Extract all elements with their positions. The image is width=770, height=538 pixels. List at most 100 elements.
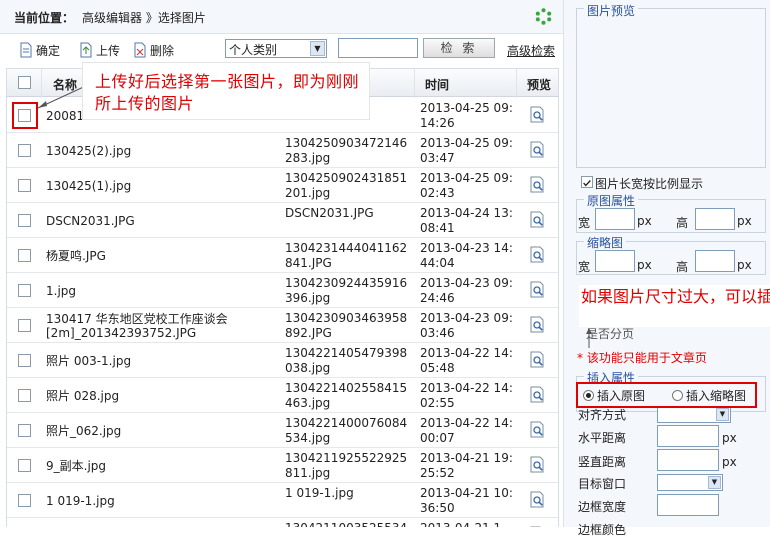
image-list-panel: 当前位置： 高级编辑器 》选择图片 确定 上传 删除 个人类别 ▼ 检 索 高级… [0, 0, 563, 527]
px-unit: px [722, 431, 737, 445]
row-checkbox[interactable] [18, 389, 31, 402]
magnifier-icon[interactable] [529, 386, 546, 403]
table-row[interactable]: DSCN2031.JPG DSCN2031.JPG 2013-04-24 13:08… [7, 203, 558, 238]
table-row[interactable]: 9_副本.jpg 1304211925522925811.jpg 2013-04-2… [7, 448, 558, 483]
border-width-label: 边框宽度 [578, 500, 627, 514]
upload-time: 2013-04-24 13:08:41 [420, 206, 513, 235]
thumbnail-legend: 缩略图 [584, 234, 627, 251]
callout-arrow [586, 328, 592, 348]
delete-button[interactable]: 删除 [132, 41, 174, 59]
magnifier-icon[interactable] [529, 491, 546, 508]
thumbnail-width-input[interactable] [595, 250, 635, 272]
header-time: 时间 [425, 78, 450, 92]
row-checkbox[interactable] [18, 494, 31, 507]
category-selected: 个人类别 [229, 43, 278, 57]
server-file-name: 1304221400076084534.jpg [285, 416, 408, 445]
row-checkbox[interactable] [18, 459, 31, 472]
row-checkbox[interactable] [18, 214, 31, 227]
row-checkbox[interactable] [18, 319, 31, 332]
target-select[interactable]: ▼ [657, 474, 723, 491]
search-input[interactable] [338, 38, 418, 58]
keep-ratio-checkbox[interactable] [581, 176, 593, 188]
row-checkbox[interactable] [18, 424, 31, 437]
preview-legend: 图片预览 [584, 2, 639, 19]
image-name: 照片_062.jpg [46, 424, 122, 438]
original-height-input[interactable] [695, 208, 735, 230]
upload-time: 2013-04-23 09:03:46 [420, 311, 513, 340]
image-name: 照片 028.jpg [46, 389, 120, 403]
keep-ratio-label: 图片长宽按比例显示 [595, 177, 704, 191]
server-file-name: 1304221402558415463.jpg [285, 381, 408, 410]
upload-time: 2013-04-23 14:44:04 [420, 241, 513, 270]
table-row[interactable]: 130425(2).jpg 1304250903472146283.jpg 2013… [7, 133, 558, 168]
insert-thumbnail-radio[interactable] [672, 390, 683, 401]
original-width-input[interactable] [595, 208, 635, 230]
table-row[interactable]: 130425(1).jpg 1304250902431851201.jpg 2013… [7, 168, 558, 203]
magnifier-icon[interactable] [529, 141, 546, 158]
magnifier-icon[interactable] [529, 351, 546, 368]
table-row[interactable]: 130417 华东地区党校工作座谈会[2m]_201342393752.JPG 1… [7, 308, 558, 343]
upload-time: 2013-04-21 19:25:52 [420, 451, 513, 480]
row-checkbox[interactable] [18, 179, 31, 192]
magnifier-icon[interactable] [529, 316, 546, 333]
table-row[interactable]: 杨夏鸣.JPG 1304231444041162841.JPG 2013-04-23… [7, 238, 558, 273]
table-row[interactable]: 1 019-1.jpg 1 019-1.jpg 2013-04-21 10:36:5… [7, 483, 558, 518]
magnifier-icon[interactable] [529, 106, 546, 123]
row-checkbox[interactable] [18, 249, 31, 262]
chevron-down-icon: ▼ [310, 41, 325, 56]
image-name: DSCN2031.JPG [46, 214, 135, 228]
image-name: 130417 华东地区党校工作座谈会[2m]_201342393752.JPG [46, 312, 228, 340]
header-preview: 预览 [527, 78, 552, 92]
upload-time: 2013-04-25 09:14:26 [420, 101, 513, 130]
row-checkbox[interactable] [18, 354, 31, 367]
upload-button[interactable]: 上传 [78, 41, 120, 59]
upload-time: 2013-04-21 1 [420, 521, 516, 527]
image-table: 名称 时间 预览 20081199.jpg2013-04-25 09:14:26… [6, 68, 559, 527]
document-icon [20, 42, 32, 58]
hspace-input[interactable] [657, 425, 719, 447]
insert-thumbnail-label: 插入缩略图 [686, 389, 747, 403]
px-unit: px [637, 214, 652, 228]
upload-time: 2013-04-21 10:36:50 [420, 486, 513, 515]
align-label: 对齐方式 [578, 408, 627, 422]
upload-time: 2013-04-22 14:05:48 [420, 346, 513, 375]
upload-time: 2013-04-22 14:00:07 [420, 416, 513, 445]
magnifier-icon[interactable] [529, 456, 546, 473]
vspace-input[interactable] [657, 449, 719, 471]
callout-thumbnail-tip: 如果图片尺寸过大，可以插入缩略图 [579, 285, 770, 327]
magnifier-icon[interactable] [529, 246, 546, 263]
delete-icon [134, 42, 146, 58]
advanced-search-link[interactable]: 高级检索 [507, 42, 555, 59]
magnifier-icon[interactable] [529, 211, 546, 228]
magnifier-icon[interactable] [529, 176, 546, 193]
confirm-button[interactable]: 确定 [18, 41, 60, 59]
table-row[interactable]: 照片 028.jpg 1304221402558415463.jpg 2013-04… [7, 378, 558, 413]
callout-select-first-text: 上传好后选择第一张图片，即为刚刚所上传的图片 [95, 72, 360, 113]
align-select[interactable]: ▼ [657, 406, 731, 423]
category-select[interactable]: 个人类别 ▼ [225, 39, 327, 58]
px-unit: px [737, 214, 752, 228]
image-name: 1.jpg [46, 284, 77, 298]
breadcrumb-label: 当前位置： [14, 11, 75, 25]
table-row[interactable]: 照片 003-1.jpg 1304221405479398038.jpg 2013-… [7, 343, 558, 378]
upload-time: 2013-04-25 09:02:43 [420, 171, 513, 200]
insert-original-radio[interactable] [583, 390, 594, 401]
row-checkbox[interactable] [18, 284, 31, 297]
upload-time: 2013-04-25 09:03:47 [420, 136, 513, 165]
server-file-name: 1 019-1.jpg [285, 486, 354, 500]
row-checkbox[interactable] [18, 144, 31, 157]
border-width-input[interactable] [657, 494, 719, 516]
border-color-label: 边框颜色 [578, 523, 627, 537]
table-row[interactable]: 13042110035255344 2013-04-21 1 [7, 518, 558, 527]
magnifier-icon[interactable] [529, 281, 546, 298]
refresh-icon[interactable] [535, 8, 552, 25]
image-name: 9_副本.jpg [46, 459, 107, 473]
search-button[interactable]: 检 索 [423, 38, 495, 58]
image-name: 1 019-1.jpg [46, 494, 115, 508]
original-legend: 原图属性 [584, 192, 639, 209]
magnifier-icon[interactable] [529, 421, 546, 438]
upload-time: 2013-04-23 09:24:46 [420, 276, 513, 305]
table-row[interactable]: 照片_062.jpg 1304221400076084534.jpg 2013-04… [7, 413, 558, 448]
thumbnail-height-input[interactable] [695, 250, 735, 272]
table-row[interactable]: 1.jpg 1304230924435916396.jpg 2013-04-23 0… [7, 273, 558, 308]
